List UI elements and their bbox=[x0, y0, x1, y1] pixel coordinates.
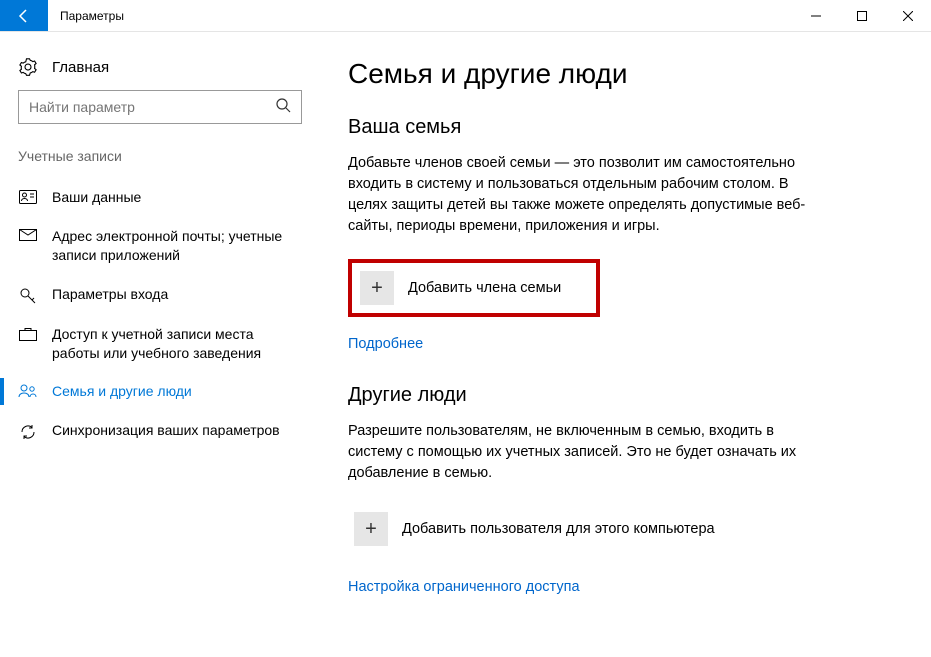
add-family-label: Добавить члена семьи bbox=[408, 280, 561, 296]
window-title: Параметры bbox=[48, 0, 793, 31]
sidebar-item-work-access[interactable]: Доступ к учетной записи места работы или… bbox=[0, 315, 320, 373]
sidebar-item-your-info[interactable]: Ваши данные bbox=[0, 178, 320, 217]
person-badge-icon bbox=[18, 188, 38, 204]
key-icon bbox=[18, 285, 38, 305]
back-button[interactable] bbox=[0, 0, 48, 31]
sidebar-item-label: Семья и другие люди bbox=[52, 382, 302, 401]
add-other-user-button[interactable]: + Добавить пользователя для этого компью… bbox=[348, 506, 828, 552]
section-title: Учетные записи bbox=[0, 148, 320, 178]
others-heading: Другие люди bbox=[348, 384, 891, 407]
sidebar-item-signin[interactable]: Параметры входа bbox=[0, 275, 320, 315]
sidebar: Главная Учетные записи Ваши данные Адрес… bbox=[0, 32, 320, 657]
sidebar-item-label: Параметры входа bbox=[52, 285, 302, 304]
plus-icon: + bbox=[360, 271, 394, 305]
close-button[interactable] bbox=[885, 0, 931, 31]
sidebar-item-label: Ваши данные bbox=[52, 188, 302, 207]
maximize-icon bbox=[857, 11, 867, 21]
sync-icon bbox=[18, 421, 38, 441]
search-input[interactable] bbox=[29, 99, 275, 115]
family-description: Добавьте членов своей семьи — это позвол… bbox=[348, 153, 828, 237]
mail-icon bbox=[18, 227, 38, 241]
main-content: Семья и другие люди Ваша семья Добавьте … bbox=[320, 32, 931, 657]
home-label: Главная bbox=[52, 59, 109, 76]
sidebar-item-family[interactable]: Семья и другие люди bbox=[0, 372, 320, 411]
sidebar-item-label: Синхронизация ваших параметров bbox=[52, 421, 302, 440]
learn-more-link[interactable]: Подробнее bbox=[348, 336, 423, 352]
sidebar-item-email[interactable]: Адрес электронной почты; учетные записи … bbox=[0, 217, 320, 275]
sidebar-item-sync[interactable]: Синхронизация ваших параметров bbox=[0, 411, 320, 451]
search-icon bbox=[275, 97, 291, 118]
page-title: Семья и другие люди bbox=[348, 58, 891, 90]
briefcase-icon bbox=[18, 325, 38, 341]
minimize-button[interactable] bbox=[793, 0, 839, 31]
gear-icon bbox=[18, 58, 38, 76]
sidebar-item-label: Доступ к учетной записи места работы или… bbox=[52, 325, 302, 363]
close-icon bbox=[903, 11, 913, 21]
add-other-label: Добавить пользователя для этого компьюте… bbox=[402, 521, 715, 537]
add-family-member-button[interactable]: + Добавить члена семьи bbox=[348, 259, 600, 317]
people-icon bbox=[18, 382, 38, 398]
others-description: Разрешите пользователям, не включенным в… bbox=[348, 421, 828, 484]
family-heading: Ваша семья bbox=[348, 116, 891, 139]
titlebar: Параметры bbox=[0, 0, 931, 32]
minimize-icon bbox=[811, 11, 821, 21]
window-controls bbox=[793, 0, 931, 31]
arrow-left-icon bbox=[16, 8, 32, 24]
maximize-button[interactable] bbox=[839, 0, 885, 31]
search-box[interactable] bbox=[18, 90, 302, 124]
home-nav[interactable]: Главная bbox=[0, 50, 320, 90]
plus-icon: + bbox=[354, 512, 388, 546]
sidebar-item-label: Адрес электронной почты; учетные записи … bbox=[52, 227, 302, 265]
restricted-access-link[interactable]: Настройка ограниченного доступа bbox=[348, 579, 580, 595]
